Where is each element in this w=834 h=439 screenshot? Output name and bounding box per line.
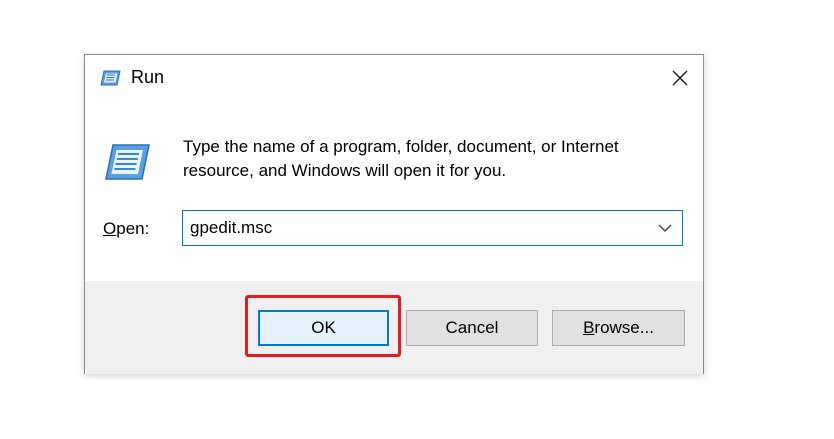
open-input[interactable] xyxy=(183,211,643,245)
open-label: Open: xyxy=(103,218,149,240)
run-icon xyxy=(103,143,151,181)
run-dialog: Run Type the name of a program, folder, … xyxy=(84,54,704,374)
cancel-button[interactable]: Cancel xyxy=(406,310,538,346)
instruction-line-2: resource, and Windows will open it for y… xyxy=(183,161,507,180)
close-icon xyxy=(672,70,688,86)
chevron-down-icon xyxy=(658,224,672,232)
dropdown-button[interactable] xyxy=(648,211,682,245)
instruction-text: Type the name of a program, folder, docu… xyxy=(183,135,683,183)
run-icon xyxy=(99,70,121,86)
window-title: Run xyxy=(131,67,165,87)
browse-accelerator: B xyxy=(583,318,595,337)
title-bar[interactable]: Run xyxy=(85,55,703,101)
instruction-line-1: Type the name of a program, folder, docu… xyxy=(183,137,619,156)
close-button[interactable] xyxy=(657,55,703,101)
ok-button[interactable]: OK xyxy=(258,310,389,346)
open-label-text: pen: xyxy=(116,219,150,238)
open-label-accelerator: O xyxy=(103,219,117,238)
browse-button[interactable]: Browse... xyxy=(552,310,685,346)
open-combobox[interactable] xyxy=(182,210,683,246)
browse-label: rowse... xyxy=(594,318,654,337)
